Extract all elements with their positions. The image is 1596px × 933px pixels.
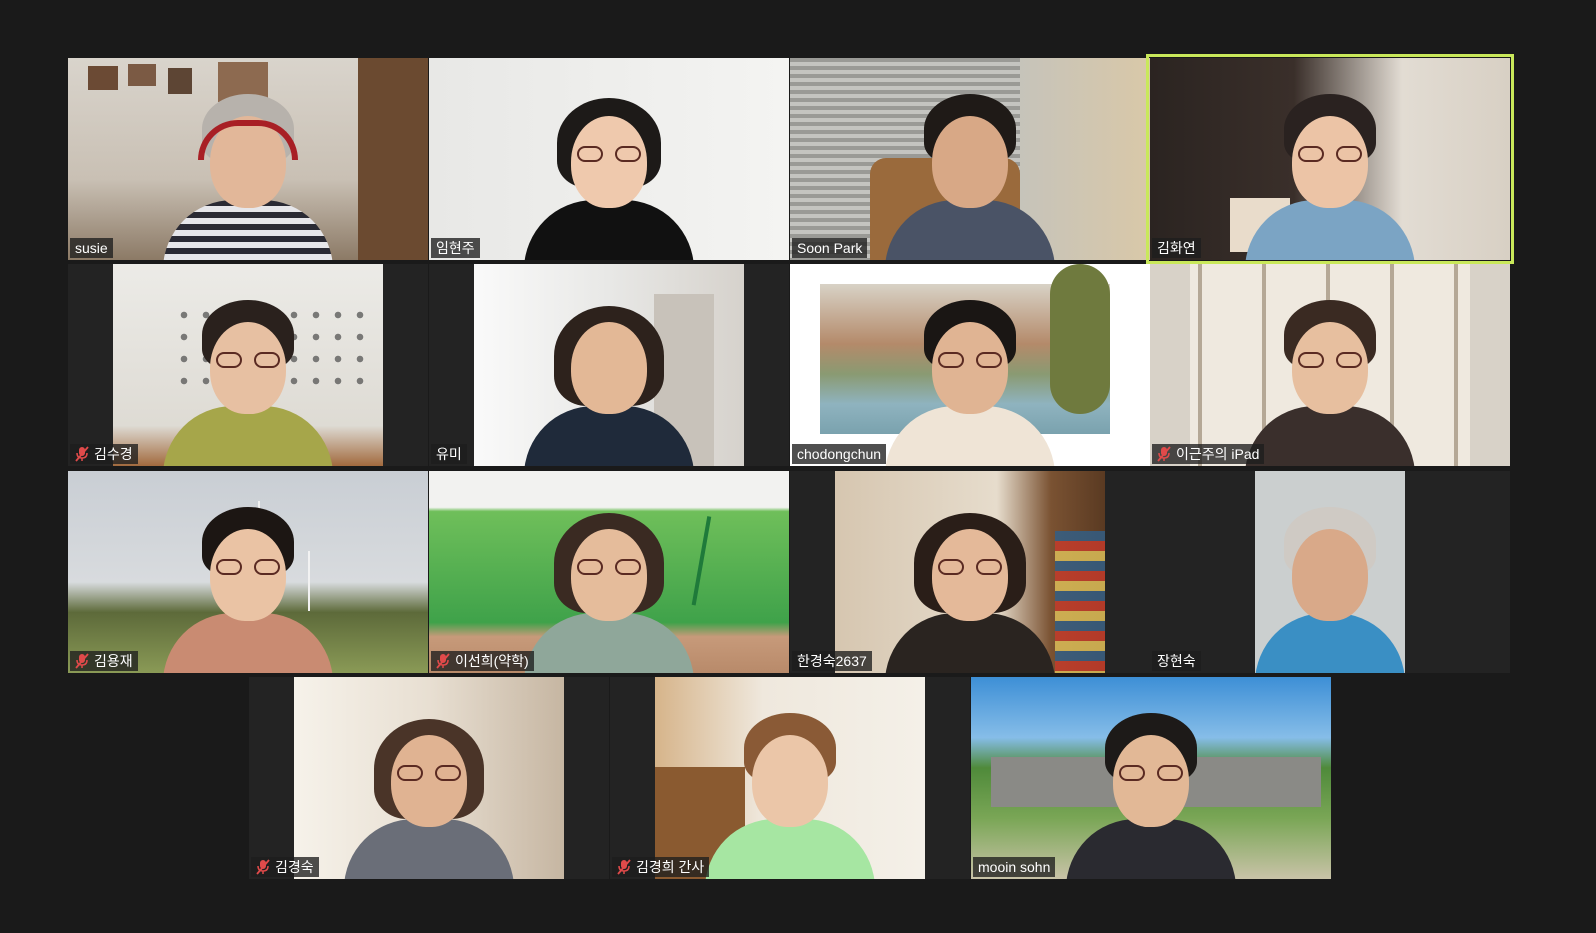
video-feed xyxy=(1150,58,1510,260)
mic-muted-icon xyxy=(1157,446,1171,462)
participant-tile-han-kyungsuk[interactable]: 한경숙2637 xyxy=(790,471,1150,673)
participant-name: mooin sohn xyxy=(978,859,1051,875)
participant-name-label: 김경희 간사 xyxy=(612,857,710,877)
gallery-view: susie 임현주 Soon Park 김화연 김수경 유미 chodongch… xyxy=(0,0,1596,933)
participant-name: 김수경 xyxy=(94,446,133,462)
participant-name-label: 김경숙 xyxy=(251,857,319,877)
mic-muted-icon xyxy=(617,859,631,875)
participant-tile-kim-hwayeon[interactable]: 김화연 xyxy=(1146,54,1514,264)
participant-tile-kim-kyungsuk[interactable]: 김경숙 xyxy=(249,677,609,879)
participant-name: 김경희 간사 xyxy=(636,859,705,875)
participant-tile-kim-sukyung[interactable]: 김수경 xyxy=(68,264,428,466)
participant-name: 김용재 xyxy=(94,653,133,669)
participant-name-label: susie xyxy=(70,238,113,258)
participant-tile-mooin-sohn[interactable]: mooin sohn xyxy=(971,677,1331,879)
participant-name: 이근주의 iPad xyxy=(1176,446,1260,462)
participant-name: 김화연 xyxy=(1157,240,1196,256)
participant-tile-chodongchun[interactable]: chodongchun xyxy=(790,264,1150,466)
participant-name: 이선희(약학) xyxy=(455,653,529,669)
participant-name: 장현숙 xyxy=(1157,653,1196,669)
video-feed xyxy=(294,677,564,879)
video-feed xyxy=(1150,264,1510,466)
video-feed xyxy=(655,677,925,879)
participant-tile-im-hyunju[interactable]: 임현주 xyxy=(429,58,789,260)
mic-muted-icon xyxy=(75,446,89,462)
video-feed xyxy=(474,264,744,466)
participant-name-label: 이근주의 iPad xyxy=(1152,444,1265,464)
participant-name: susie xyxy=(75,240,108,256)
video-feed xyxy=(429,471,789,673)
participant-name: 김경숙 xyxy=(275,859,314,875)
participant-tile-soon-park[interactable]: Soon Park xyxy=(790,58,1150,260)
participant-name: 한경숙2637 xyxy=(797,653,867,669)
participant-name-label: 장현숙 xyxy=(1152,651,1201,671)
mic-muted-icon xyxy=(75,653,89,669)
mic-muted-icon xyxy=(436,653,450,669)
participant-name-label: 유미 xyxy=(431,444,467,464)
participant-tile-kim-kyunghee[interactable]: 김경희 간사 xyxy=(610,677,970,879)
participant-name-label: 임현주 xyxy=(431,238,480,258)
participant-tile-lee-geunju-ipad[interactable]: 이근주의 iPad xyxy=(1150,264,1510,466)
participant-name-label: Soon Park xyxy=(792,238,868,258)
video-feed xyxy=(429,58,789,260)
participant-name: 유미 xyxy=(436,446,462,462)
participant-name-label: 김수경 xyxy=(70,444,138,464)
video-feed xyxy=(113,264,383,466)
video-feed xyxy=(971,677,1331,879)
video-feed xyxy=(835,471,1105,673)
participant-tile-kim-yongjae[interactable]: 김용재 xyxy=(68,471,428,673)
participant-name: Soon Park xyxy=(797,240,863,256)
participant-name-label: 이선희(약학) xyxy=(431,651,534,671)
participant-name-label: chodongchun xyxy=(792,444,887,464)
video-feed xyxy=(790,264,1150,466)
participant-tile-jang-hyunsuk[interactable]: 장현숙 xyxy=(1150,471,1510,673)
participant-tile-lee-sunhee[interactable]: 이선희(약학) xyxy=(429,471,789,673)
mic-muted-icon xyxy=(256,859,270,875)
video-feed xyxy=(790,58,1150,260)
participant-name-label: mooin sohn xyxy=(973,857,1056,877)
participant-name-label: 한경숙2637 xyxy=(792,651,872,671)
participant-name-label: 김화연 xyxy=(1152,238,1201,258)
participant-name-label: 김용재 xyxy=(70,651,138,671)
video-feed xyxy=(1255,471,1405,673)
participant-name: 임현주 xyxy=(436,240,475,256)
participant-name: chodongchun xyxy=(797,446,882,462)
participant-tile-yumi[interactable]: 유미 xyxy=(429,264,789,466)
video-feed xyxy=(68,58,428,260)
participant-tile-susie[interactable]: susie xyxy=(68,58,428,260)
video-feed xyxy=(68,471,428,673)
